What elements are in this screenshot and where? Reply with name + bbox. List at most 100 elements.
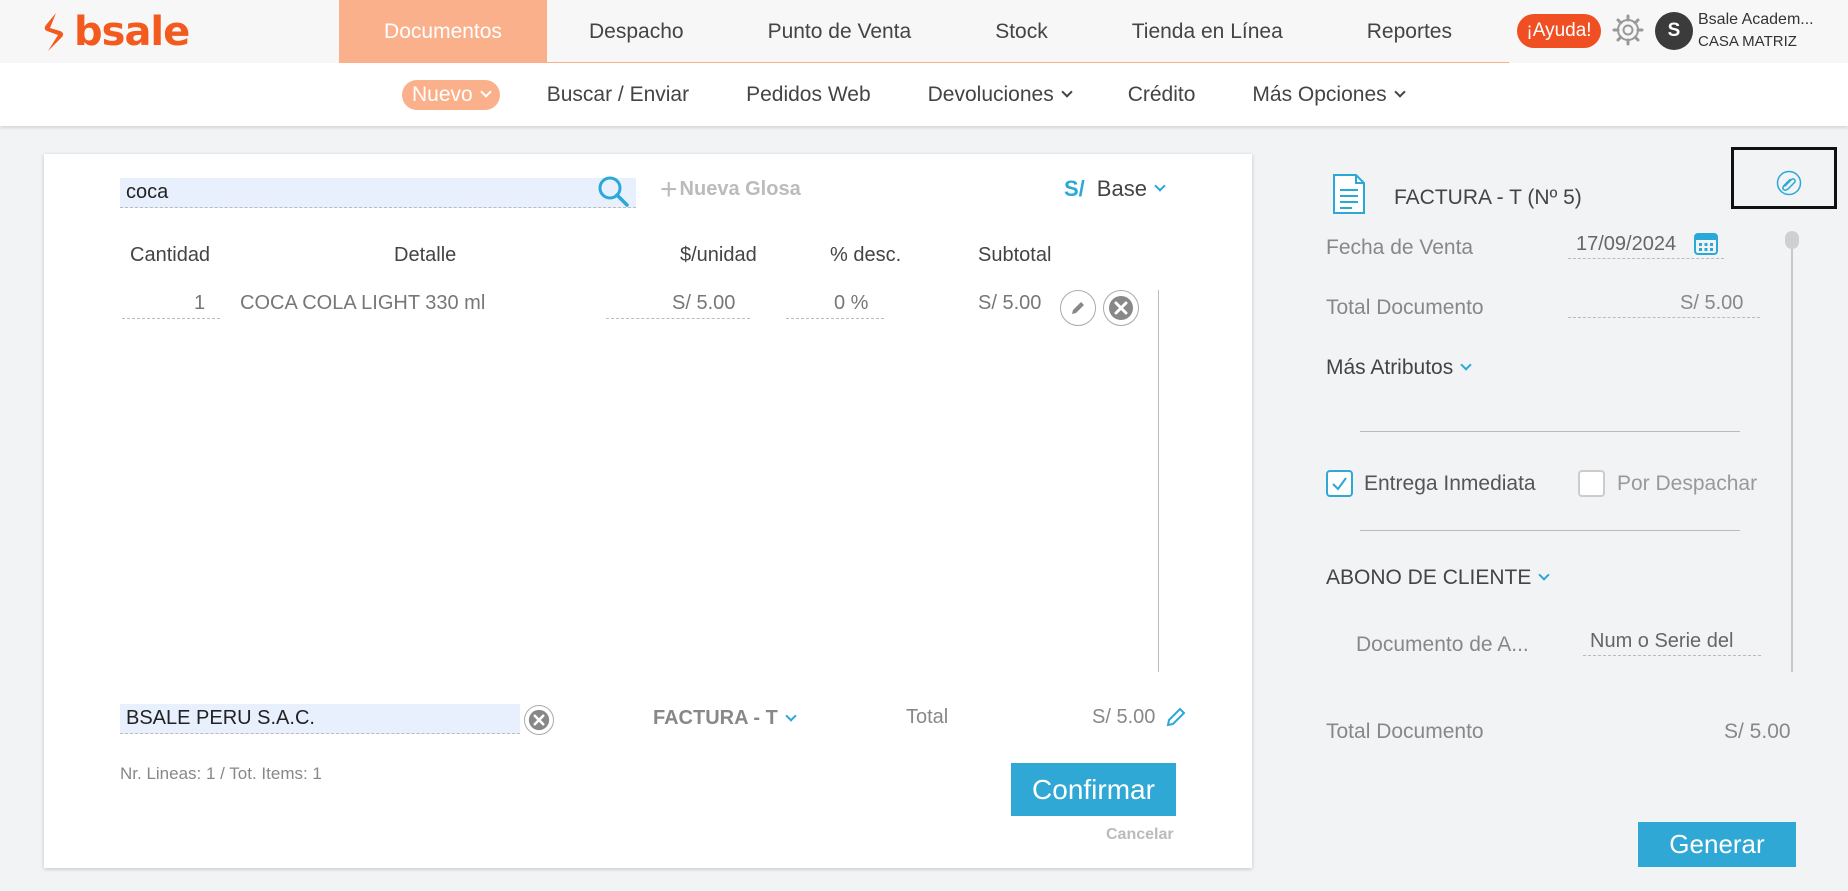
chevron-down-icon	[1460, 359, 1472, 371]
document-type-label: FACTURA - T	[653, 707, 778, 729]
chevron-down-icon	[785, 709, 797, 722]
client-input[interactable]	[120, 704, 520, 734]
documento-anterior-underline	[1583, 655, 1761, 656]
quantity-underline	[122, 318, 220, 319]
subnav-mas-opciones-label: Más Opciones	[1252, 83, 1387, 106]
total-documento-value: S/ 5.00	[1680, 292, 1744, 314]
row-detail[interactable]: COCA COLA LIGHT 330 ml	[240, 292, 485, 315]
mas-atributos-toggle[interactable]: Más Atributos	[1326, 356, 1472, 380]
footer-total-value: S/ 5.00	[1724, 720, 1791, 743]
total-value: S/ 5.00	[1092, 706, 1156, 728]
clear-client-button[interactable]	[524, 705, 554, 735]
panel-scroll-thumb[interactable]	[1785, 231, 1799, 249]
bsale-logo[interactable]: bsale	[38, 9, 190, 55]
subnav-credito[interactable]: Crédito	[1128, 83, 1196, 107]
subnav-nuevo-label: Nuevo	[412, 83, 473, 106]
branch-name: CASA MATRIZ	[1698, 33, 1797, 50]
currency-name: Base	[1096, 176, 1147, 201]
por-despachar-checkbox[interactable]	[1578, 470, 1605, 497]
panel-scrollbar[interactable]	[1791, 232, 1793, 672]
currency-symbol: S/	[1064, 176, 1085, 201]
separator	[1360, 431, 1740, 432]
row-discount[interactable]: 0 %	[834, 292, 868, 315]
document-card: + Nueva Glosa S/ Base Cantidad Detalle $…	[44, 154, 1252, 868]
lines-info: Nr. Lineas: 1 / Tot. Items: 1	[120, 764, 322, 783]
chevron-down-icon	[480, 86, 492, 98]
product-search-input[interactable]	[120, 178, 636, 208]
abono-cliente-label: ABONO DE CLIENTE	[1326, 566, 1532, 589]
discount-underline	[786, 318, 884, 319]
fecha-venta-value[interactable]: 17/09/2024	[1576, 233, 1676, 256]
footer-total-label: Total Documento	[1326, 720, 1484, 743]
pencil-icon	[1072, 302, 1084, 314]
top-navbar: bsale Documentos Despacho Punto de Venta…	[0, 0, 1848, 64]
calendar-icon[interactable]	[1693, 230, 1719, 256]
column-subtotal: Subtotal	[978, 244, 1052, 266]
sub-nav: Nuevo Buscar / Enviar Pedidos Web Devolu…	[402, 80, 1461, 110]
nav-despacho[interactable]: Despacho	[547, 0, 726, 63]
nav-documentos[interactable]: Documentos	[339, 0, 547, 63]
por-despachar-label[interactable]: Por Despachar	[1617, 472, 1757, 496]
pencil-icon[interactable]	[1164, 705, 1188, 729]
chevron-down-icon	[1538, 569, 1551, 581]
documento-anterior-input[interactable]: Num o Serie del	[1590, 630, 1733, 653]
total-underline	[1568, 317, 1760, 318]
edit-row-button[interactable]	[1060, 290, 1096, 326]
total-label: Total	[906, 706, 949, 728]
subnav-pedidos-web[interactable]: Pedidos Web	[746, 83, 871, 107]
total-documento-label: Total Documento	[1326, 296, 1484, 319]
confirm-button[interactable]: Confirmar	[1011, 763, 1176, 816]
table-divider	[1158, 290, 1159, 672]
subnav-buscar-enviar[interactable]: Buscar / Enviar	[547, 83, 689, 107]
abono-cliente-toggle[interactable]: ABONO DE CLIENTE	[1326, 566, 1551, 590]
fecha-underline	[1568, 258, 1724, 259]
nav-reportes[interactable]: Reportes	[1325, 0, 1494, 63]
generar-button[interactable]: Generar	[1638, 822, 1796, 867]
fecha-venta-label: Fecha de Venta	[1326, 236, 1474, 259]
nueva-glosa-button[interactable]: + Nueva Glosa	[660, 172, 801, 206]
search-icon[interactable]	[596, 174, 630, 208]
nueva-glosa-label: Nueva Glosa	[679, 178, 801, 200]
row-subtotal: S/ 5.00	[978, 292, 1042, 314]
column-unit-price: $/unidad	[680, 244, 757, 266]
checkmark-icon	[1332, 477, 1347, 491]
row-unit-price[interactable]: S/ 5.00	[672, 292, 735, 315]
subnav-devoluciones-label: Devoluciones	[927, 83, 1054, 106]
avatar[interactable]: S	[1655, 12, 1693, 50]
subnav-nuevo[interactable]: Nuevo	[402, 80, 500, 110]
document-type-selector[interactable]: FACTURA - T	[653, 707, 797, 730]
help-button[interactable]: ¡Ayuda!	[1517, 14, 1601, 48]
chevron-down-icon	[1061, 86, 1073, 98]
close-icon	[528, 709, 550, 731]
separator	[1360, 530, 1740, 531]
document-title: FACTURA - T (Nº 5)	[1394, 186, 1582, 209]
nav-stock[interactable]: Stock	[953, 0, 1090, 63]
entrega-inmediata-label[interactable]: Entrega Inmediata	[1364, 472, 1536, 496]
document-icon	[1333, 174, 1365, 214]
bsale-logo-icon	[44, 13, 64, 51]
currency-selector[interactable]: S/ Base	[1064, 176, 1166, 202]
chevron-down-icon	[1393, 86, 1406, 98]
nav-punto-de-venta[interactable]: Punto de Venta	[726, 0, 954, 63]
main-nav: Documentos Despacho Punto de Venta Stock…	[339, 0, 1494, 63]
user-name[interactable]: Bsale Academ...	[1698, 11, 1814, 29]
entrega-inmediata-checkbox[interactable]	[1326, 470, 1353, 497]
unit-price-underline	[606, 318, 750, 319]
gear-icon[interactable]	[1611, 13, 1645, 47]
row-quantity[interactable]: 1	[194, 292, 205, 315]
cancel-link[interactable]: Cancelar	[1106, 826, 1174, 844]
subnav-mas-opciones[interactable]: Más Opciones	[1252, 83, 1406, 107]
close-icon	[1109, 296, 1133, 320]
paperclip-icon[interactable]	[1776, 170, 1802, 196]
plus-icon: +	[660, 172, 678, 206]
chevron-down-icon	[1154, 180, 1166, 192]
column-detalle: Detalle	[394, 244, 457, 266]
delete-row-button[interactable]	[1103, 290, 1139, 326]
mas-atributos-label: Más Atributos	[1326, 356, 1454, 379]
column-discount: % desc.	[830, 244, 902, 266]
nav-tienda-en-linea[interactable]: Tienda en Línea	[1090, 0, 1325, 63]
column-cantidad: Cantidad	[130, 244, 211, 266]
documento-anterior-label: Documento de A...	[1356, 633, 1529, 656]
subnav-devoluciones[interactable]: Devoluciones	[927, 83, 1073, 107]
logo-text: bsale	[74, 9, 190, 55]
